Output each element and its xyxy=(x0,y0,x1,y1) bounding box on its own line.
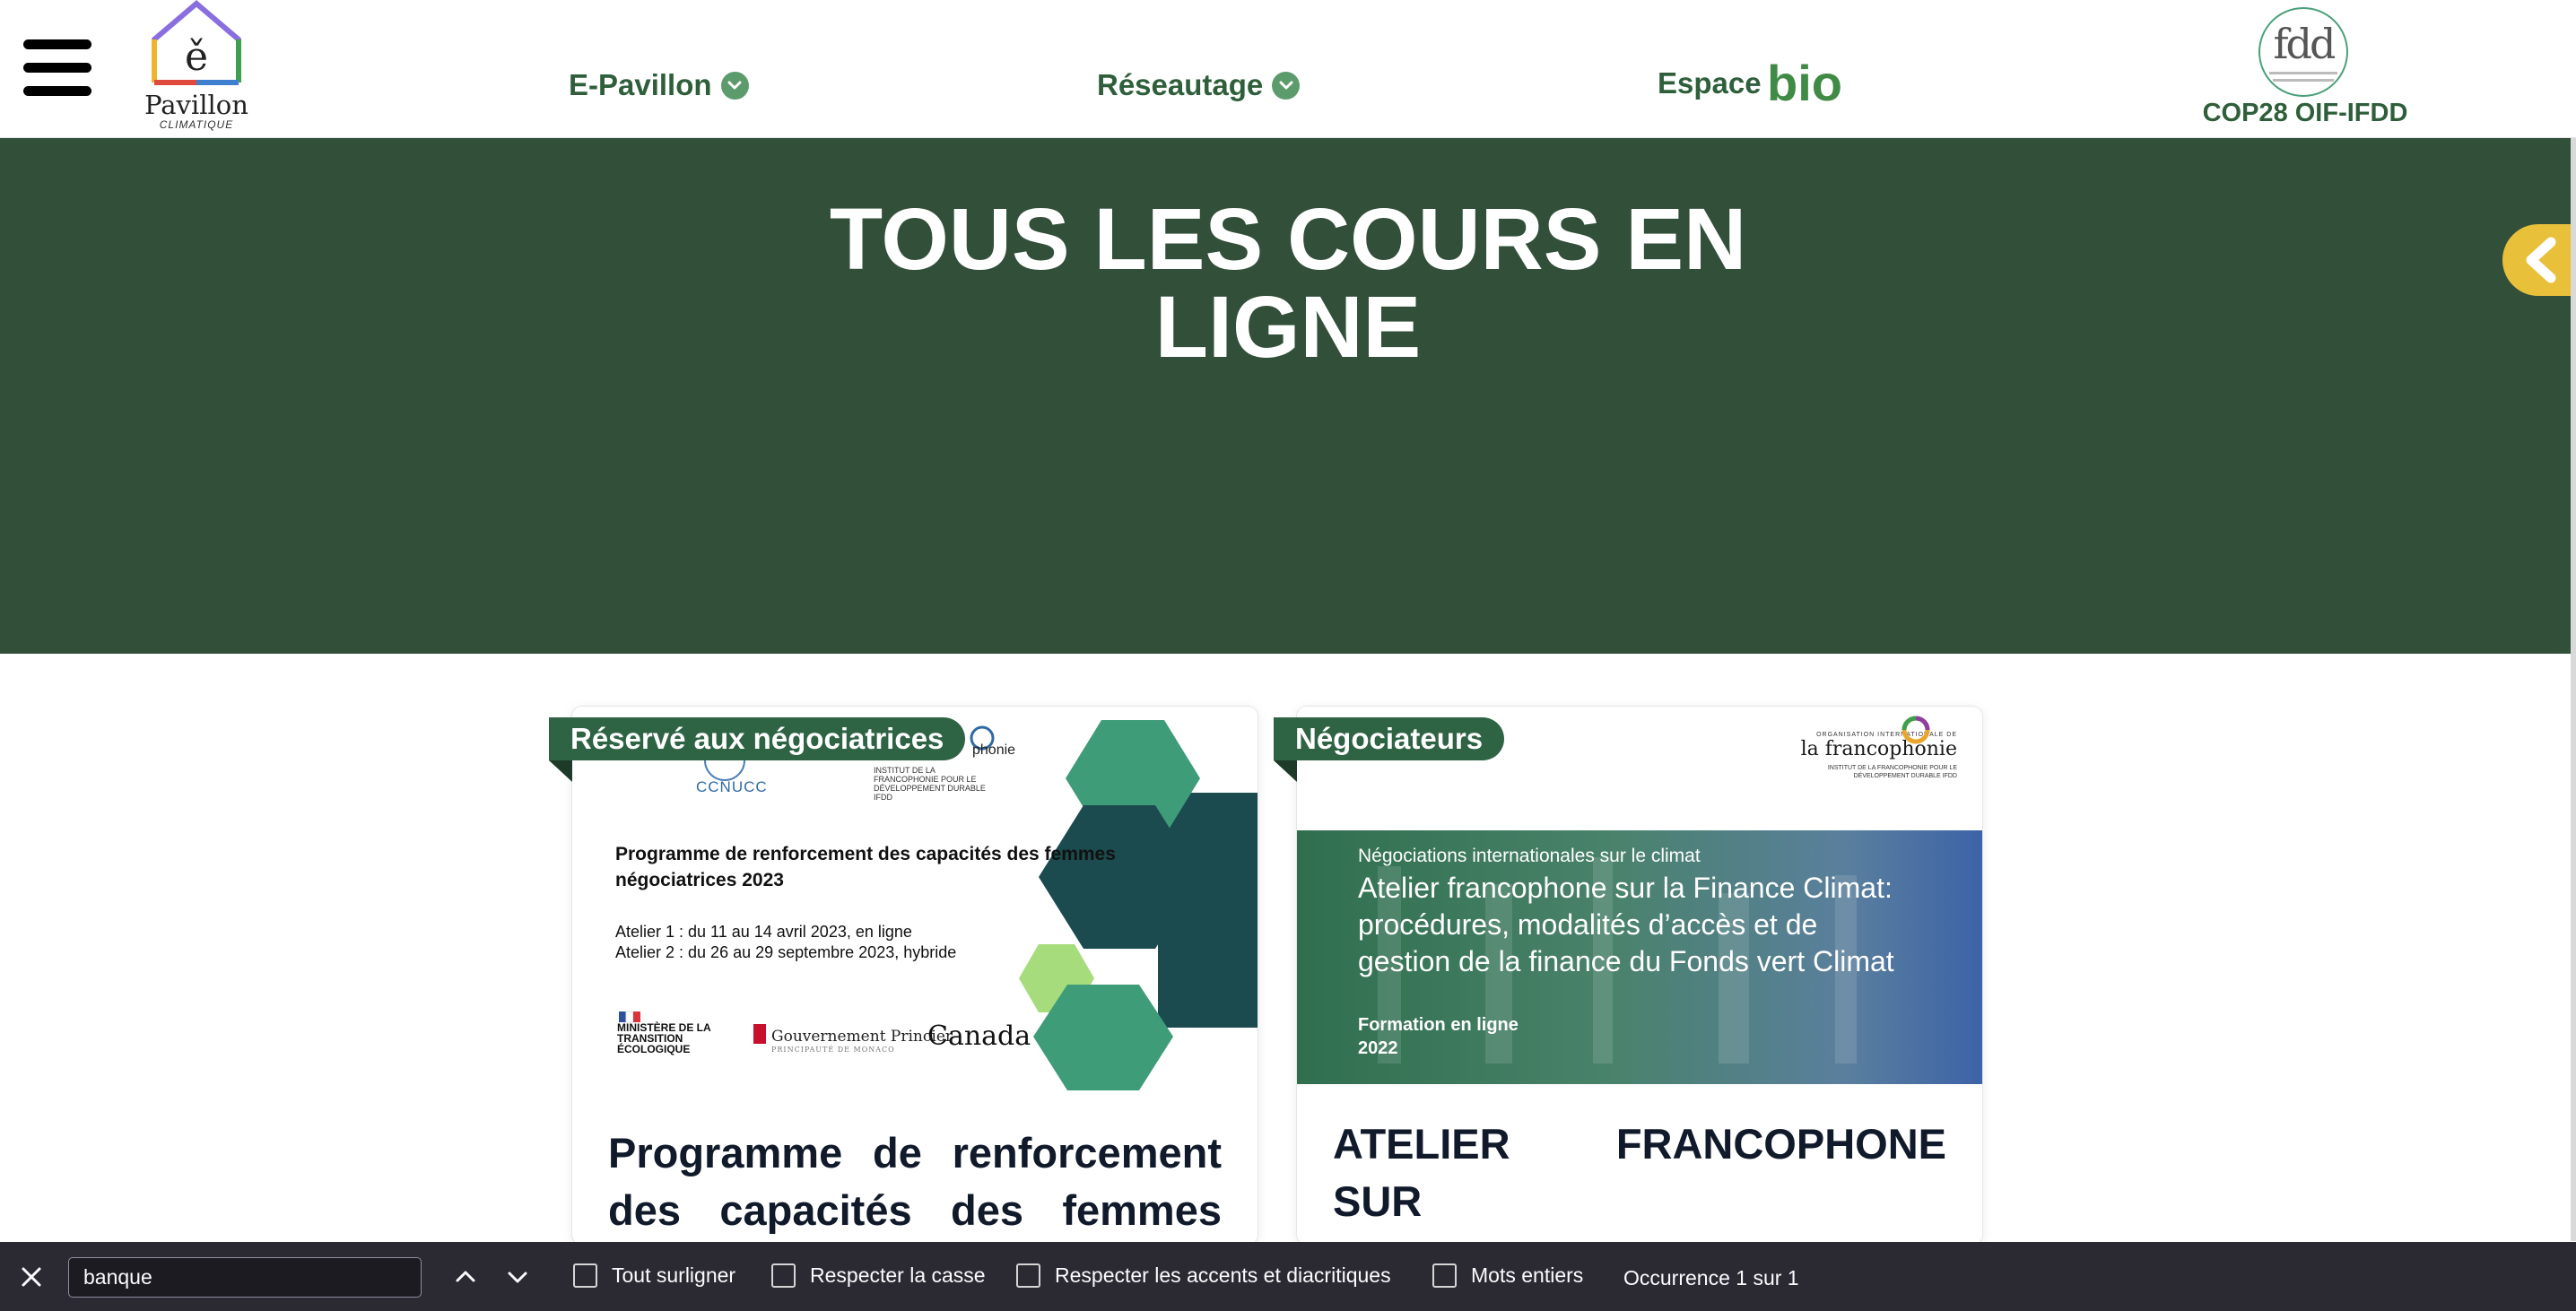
course-title[interactable]: Programme de renforcement des capacités … xyxy=(608,1124,1222,1239)
ifdd-logo-text: INSTITUT DE LA FRANCOPHONIE POUR LE DÉVE… xyxy=(874,766,986,802)
ccnucc-logo-text: CCNUCC xyxy=(696,778,768,795)
francophonie-ring-icon xyxy=(1902,716,1930,744)
whole-words-label: Mots entiers xyxy=(1471,1263,1584,1287)
find-input[interactable] xyxy=(68,1257,422,1298)
ifdd-emblem-icon: fdd xyxy=(2258,7,2348,97)
find-in-page-bar: Tout surligner Respecter la casse Respec… xyxy=(0,1242,2576,1311)
match-count-status: Occurrence 1 sur 1 xyxy=(1623,1266,1799,1289)
match-diacritics-label: Respecter les accents et diacritiques xyxy=(1055,1263,1391,1287)
site-header: ě Pavillon CLIMATIQUE E-Pavillon Réseaut… xyxy=(0,0,2576,138)
chevron-down-icon xyxy=(1272,71,1301,100)
match-case-label: Respecter la casse xyxy=(810,1263,986,1287)
audience-badge: Négociateurs xyxy=(1274,717,1505,760)
nav-epavillon-label: E-Pavillon xyxy=(569,68,712,101)
bio-logo-icon: bio xyxy=(1767,55,1842,106)
chevron-down-icon xyxy=(720,71,749,100)
nav-reseautage[interactable]: Réseautage xyxy=(1097,68,1301,102)
highlight-all-label: Tout surligner xyxy=(612,1263,736,1287)
monaco-logo-text: Gouvernement Princier PRINCIPAUTÉ DE MON… xyxy=(771,1028,953,1054)
checkbox-icon[interactable] xyxy=(771,1263,796,1288)
arrow-up-icon[interactable] xyxy=(450,1262,481,1292)
arrow-down-icon[interactable] xyxy=(502,1262,533,1292)
logo-letter: ě xyxy=(185,34,208,80)
badge-ribbon-tail xyxy=(549,760,572,782)
whole-words-checkbox[interactable]: Mots entiers xyxy=(1432,1263,1583,1288)
nav-espace-bio[interactable]: Espace bio xyxy=(1658,54,1849,106)
francophonie-logo: ORGANISATION INTERNATIONALE DE la franco… xyxy=(1778,716,1957,780)
checkbox-icon[interactable] xyxy=(573,1263,597,1288)
side-panel-toggle[interactable] xyxy=(2502,224,2576,296)
page-scrollbar[interactable] xyxy=(2571,138,2576,1241)
close-icon[interactable] xyxy=(18,1263,45,1290)
cop28-label: COP28 OIF-IFDD xyxy=(2202,99,2408,127)
canada-logo-text: Canada xyxy=(927,1020,1031,1052)
image-title: Atelier francophone sur la Finance Clima… xyxy=(1358,872,1894,977)
image-subtitle: Négociations internationales sur le clim… xyxy=(1358,846,1701,866)
program-heading: Programme de renforcement des capacités … xyxy=(615,844,1116,890)
badge-ribbon-tail xyxy=(1274,760,1297,782)
nav-espace-label: Espace xyxy=(1658,66,1762,100)
course-card[interactable]: CCNUCC phonie INSTITUT DE LA FRANCOPHONI… xyxy=(571,706,1258,1246)
chevron-left-icon xyxy=(2526,237,2556,283)
nav-epavillon[interactable]: E-Pavillon xyxy=(569,68,749,102)
page-title-line2: LIGNE xyxy=(1154,278,1422,376)
logo-name: Pavillon xyxy=(144,90,248,120)
audience-badge: Réservé aux négociatrices xyxy=(549,717,966,760)
course-image: ORGANISATION INTERNATIONALE DE la franco… xyxy=(1297,707,1982,1092)
svg-text:bio: bio xyxy=(1767,55,1842,106)
highlight-all-checkbox[interactable]: Tout surligner xyxy=(573,1263,735,1288)
emblem-text: fdd xyxy=(2273,20,2337,68)
match-case-checkbox[interactable]: Respecter la casse xyxy=(771,1263,986,1288)
image-format: Formation en ligne 2022 xyxy=(1358,1015,1519,1058)
hamburger-menu-icon[interactable] xyxy=(23,39,91,97)
page-title-line1: TOUS LES COURS EN xyxy=(829,190,1747,288)
logo-tagline: CLIMATIQUE xyxy=(159,118,234,131)
francophonie-logo-text: phonie xyxy=(972,742,1016,758)
pavillon-logo[interactable]: ě Pavillon CLIMATIQUE xyxy=(144,0,248,133)
house-logo-icon: ě xyxy=(152,0,241,85)
ministere-logo-text: MINISTÈRE DE LA TRANSITION ÉCOLOGIQUE xyxy=(617,1021,711,1055)
match-diacritics-checkbox[interactable]: Respecter les accents et diacritiques xyxy=(1016,1263,1391,1288)
cop28-link[interactable]: fdd COP28 OIF-IFDD xyxy=(2189,5,2422,131)
course-card[interactable]: ORGANISATION INTERNATIONALE DE la franco… xyxy=(1296,706,1983,1246)
checkbox-icon[interactable] xyxy=(1432,1263,1457,1288)
course-title[interactable]: ATELIER FRANCOPHONE SUR LA FINANCE CLIMA… xyxy=(1333,1116,1946,1245)
nav-reseautage-label: Réseautage xyxy=(1097,68,1264,101)
course-image: CCNUCC phonie INSTITUT DE LA FRANCOPHONI… xyxy=(572,707,1258,1092)
program-dates: Atelier 1 : du 11 au 14 avril 2023, en l… xyxy=(615,923,957,961)
page-title: TOUS LES COURS EN LIGNE xyxy=(0,195,2576,371)
checkbox-icon[interactable] xyxy=(1016,1263,1040,1288)
